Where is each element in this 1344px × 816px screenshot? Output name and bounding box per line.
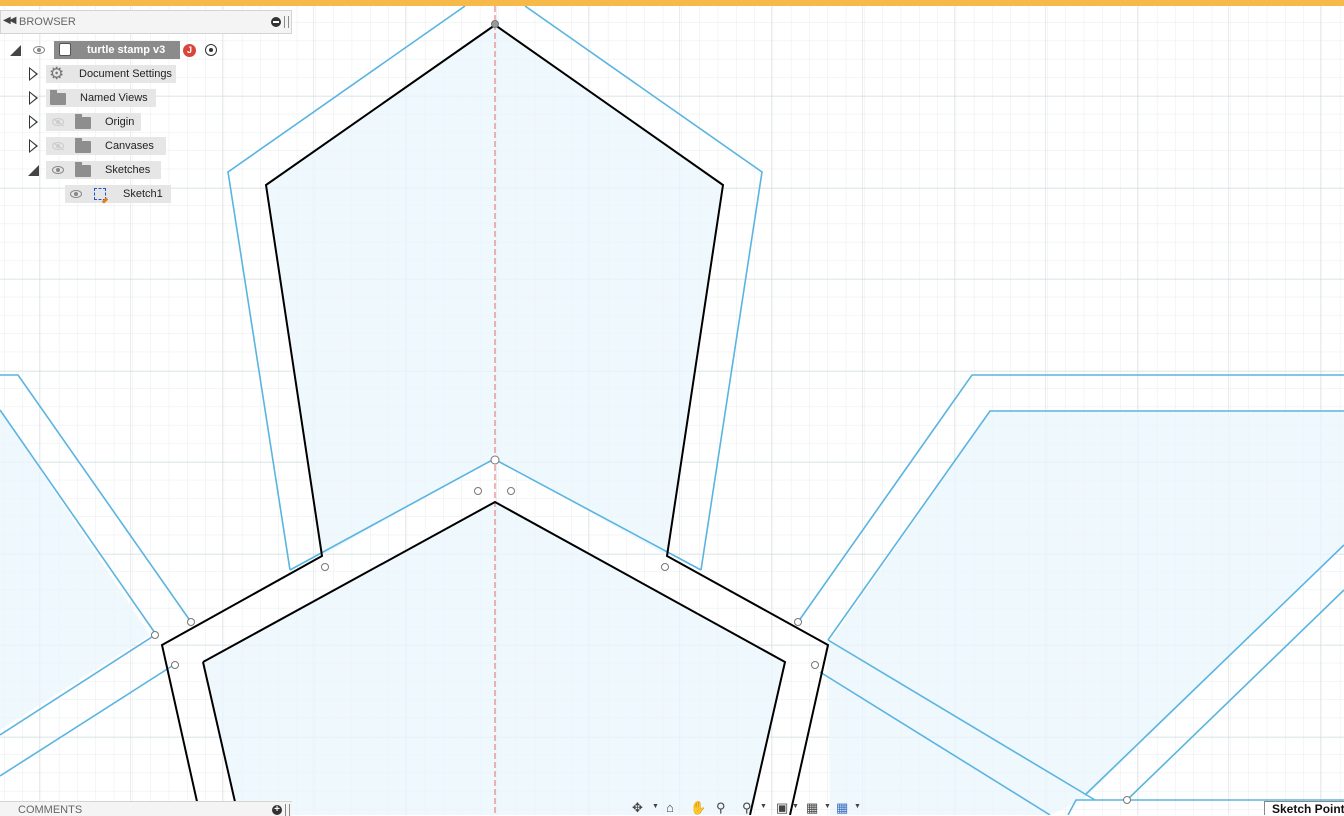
visibility-eye-icon[interactable]: [33, 46, 45, 54]
hidden-eye-icon[interactable]: [52, 142, 64, 150]
origin-label: Origin: [105, 116, 135, 128]
sketches-box[interactable]: Sketches: [46, 161, 161, 179]
hidden-eye-icon[interactable]: [52, 118, 64, 126]
fit-dropdown-icon[interactable]: ▼: [760, 803, 767, 810]
browser-title: BROWSER: [19, 16, 76, 28]
browser-root-node[interactable]: turtle stamp v3 J: [0, 41, 230, 59]
browser-item-canvases[interactable]: Canvases: [0, 137, 170, 155]
grid-settings-icon[interactable]: ▦: [806, 800, 818, 815]
pan-icon[interactable]: ✋: [690, 800, 706, 815]
collapse-panel-icon[interactable]: ◀◀: [3, 15, 16, 26]
user-badge-icon[interactable]: J: [183, 44, 196, 57]
document-settings-box[interactable]: ⚙ Document Settings: [46, 65, 176, 83]
origin-box[interactable]: Origin: [46, 113, 141, 131]
expand-arrow-icon[interactable]: [29, 91, 38, 105]
root-component-label: turtle stamp v3: [87, 44, 166, 56]
browser-panel-header[interactable]: ◀◀ BROWSER: [0, 10, 292, 34]
minimize-panel-icon[interactable]: [271, 17, 281, 27]
folder-icon: [75, 138, 91, 153]
folder-icon: [50, 90, 66, 105]
selection-status: Sketch Point: [1264, 801, 1344, 815]
display-settings-icon[interactable]: ▣: [776, 800, 788, 815]
viewports-dropdown-icon[interactable]: ▼: [854, 803, 861, 810]
expand-arrow-icon[interactable]: [29, 67, 38, 81]
look-at-icon[interactable]: ⌂: [666, 800, 674, 815]
navigation-toolbar: ✥ ▼ ⌂ ✋ ⚲ ⚲ ▼ ▣ ▼ ▦ ▼ ▦ ▼: [628, 800, 868, 815]
browser-item-named-views[interactable]: Named Views: [0, 89, 160, 107]
canvases-label: Canvases: [105, 140, 154, 152]
visibility-eye-icon[interactable]: [52, 166, 64, 174]
collapse-arrow-icon[interactable]: [28, 165, 39, 176]
canvases-box[interactable]: Canvases: [46, 137, 166, 155]
grid-dropdown-icon[interactable]: ▼: [824, 803, 831, 810]
display-dropdown-icon[interactable]: ▼: [792, 803, 799, 810]
activate-component-icon[interactable]: [205, 44, 217, 56]
sketch-icon: [94, 188, 106, 200]
expand-root-icon[interactable]: [10, 45, 21, 56]
fit-icon[interactable]: ⚲: [742, 800, 752, 815]
expand-arrow-icon[interactable]: [29, 139, 38, 153]
zoom-icon[interactable]: ⚲: [716, 800, 726, 815]
root-component-box[interactable]: turtle stamp v3: [54, 41, 180, 59]
orbit-dropdown-icon[interactable]: ▼: [652, 803, 659, 810]
named-views-box[interactable]: Named Views: [46, 89, 156, 107]
named-views-label: Named Views: [80, 92, 148, 104]
folder-icon: [75, 114, 91, 129]
viewports-icon[interactable]: ▦: [836, 800, 848, 815]
browser-item-document-settings[interactable]: ⚙ Document Settings: [0, 65, 180, 83]
visibility-eye-icon[interactable]: [70, 190, 82, 198]
browser-item-sketches[interactable]: Sketches: [0, 161, 165, 179]
folder-icon: [75, 162, 91, 177]
comments-title: COMMENTS: [18, 804, 83, 816]
component-icon: [59, 43, 71, 56]
orbit-icon[interactable]: ✥: [632, 800, 643, 815]
panel-drag-handle[interactable]: [285, 804, 290, 816]
panel-drag-handle[interactable]: [284, 16, 289, 28]
add-comment-icon[interactable]: +: [272, 805, 282, 815]
expand-arrow-icon[interactable]: [29, 115, 38, 129]
sketch1-label: Sketch1: [123, 188, 163, 200]
gear-icon: ⚙: [49, 64, 65, 83]
sketches-label: Sketches: [105, 164, 151, 176]
comments-panel[interactable]: COMMENTS +: [0, 801, 292, 816]
document-settings-label: Document Settings: [79, 68, 172, 80]
sketch-canvas[interactable]: [0, 6, 1344, 815]
browser-item-origin[interactable]: Origin: [0, 113, 145, 131]
browser-item-sketch1[interactable]: Sketch1: [0, 185, 175, 203]
sketch1-box[interactable]: Sketch1: [65, 185, 171, 203]
